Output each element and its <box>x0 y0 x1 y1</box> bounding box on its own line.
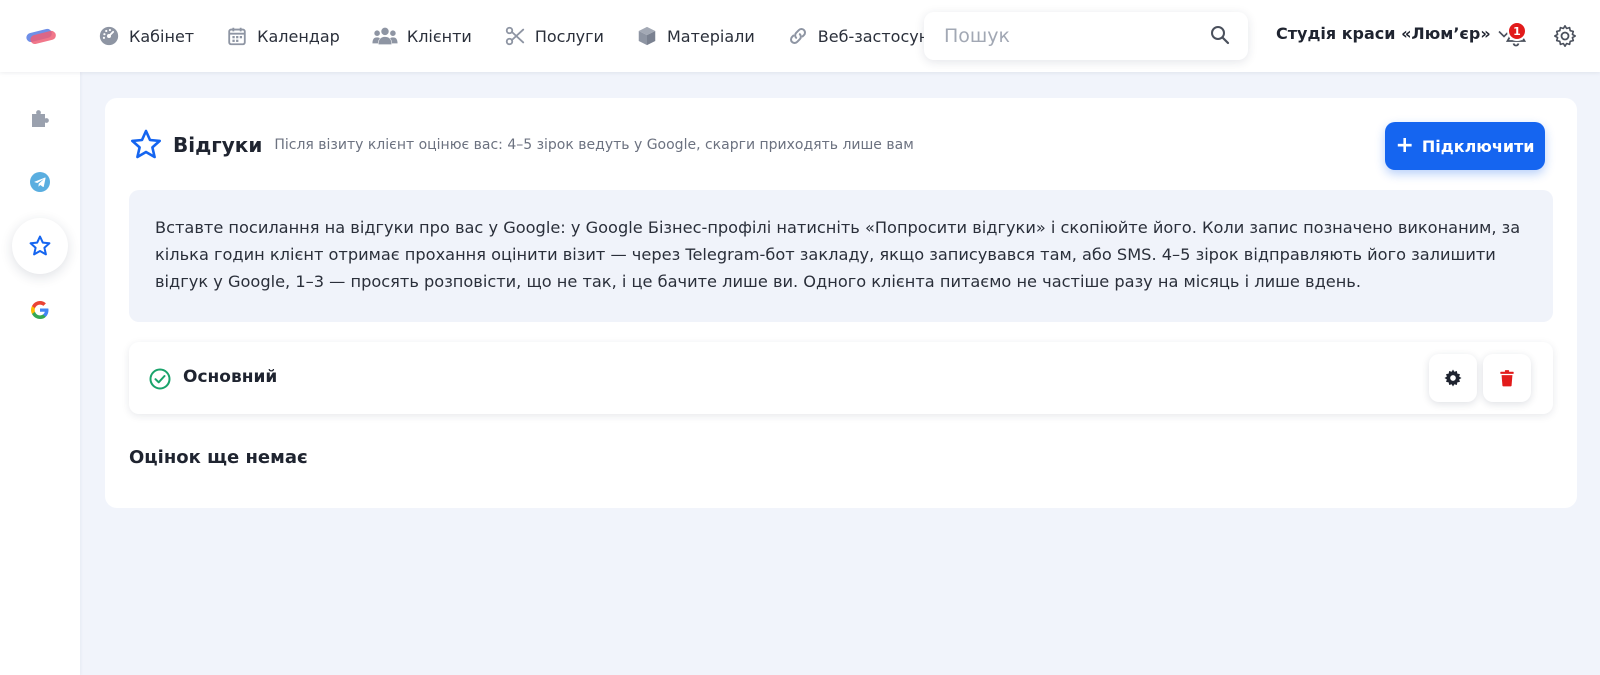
scissors-icon <box>505 26 524 46</box>
link-icon <box>789 28 806 44</box>
main-nav: Кабінет Календар Клієнти Послуги Матеріа… <box>98 0 924 72</box>
nav-label: Веб-застосунок <box>817 26 924 46</box>
nav-label: Матеріали <box>666 26 755 46</box>
search-icon[interactable] <box>1210 25 1230 45</box>
nav-label: Клієнти <box>406 26 472 46</box>
page-subtitle: Після візиту клієнт оцінює вас: 4–5 зіро… <box>274 137 914 153</box>
card-header: Відгуки Після візиту клієнт оцінює вас: … <box>129 128 914 162</box>
plus-icon: + <box>1395 133 1414 158</box>
page-title: Відгуки <box>173 133 263 157</box>
empty-state: Оцінок ще немає <box>129 447 308 468</box>
gear-icon[interactable] <box>1553 24 1577 48</box>
settings-button[interactable] <box>1429 354 1477 402</box>
check-circle-icon <box>149 368 171 390</box>
nav-item-services[interactable]: Послуги <box>504 25 604 47</box>
search-input[interactable] <box>924 25 1194 47</box>
search-box <box>924 12 1248 60</box>
puzzle-icon <box>32 110 49 127</box>
sidebar-item-google[interactable] <box>12 282 68 338</box>
nav-item-web-app[interactable]: Веб-застосунок <box>787 25 924 47</box>
nav-label: Послуги <box>534 26 604 46</box>
star-icon <box>131 129 161 159</box>
google-icon <box>31 301 49 319</box>
studio-name: Студія краси «Люм’єр» <box>1276 24 1491 43</box>
star-icon <box>29 235 51 256</box>
reviews-card: Відгуки Після візиту клієнт оцінює вас: … <box>105 98 1577 508</box>
nav-item-materials[interactable]: Матеріали <box>636 25 755 47</box>
nav-item-dashboard[interactable]: Кабінет <box>98 25 194 47</box>
users-icon <box>372 27 398 45</box>
studio-selector[interactable]: Студія краси «Люм’єр» <box>1276 24 1511 43</box>
nav-label: Календар <box>257 26 340 46</box>
delete-button[interactable] <box>1483 354 1531 402</box>
top-bar: Кабінет Календар Клієнти Послуги Матеріа… <box>0 0 1600 72</box>
sidebar-item-telegram[interactable] <box>12 154 68 210</box>
nav-item-clients[interactable]: Клієнти <box>372 25 472 47</box>
review-link-row: Основний <box>129 342 1553 414</box>
sidebar-item-integrations[interactable] <box>12 90 68 146</box>
info-box: Вставте посилання на відгуки про вас у G… <box>129 190 1553 322</box>
sidebar-item-reviews[interactable] <box>12 218 68 274</box>
connect-button-label: Підключити <box>1421 136 1535 156</box>
calendar-icon <box>228 27 246 46</box>
app-logo-icon[interactable] <box>24 24 58 48</box>
notification-badge: 1 <box>1507 21 1527 41</box>
nav-item-calendar[interactable]: Календар <box>226 25 340 47</box>
trash-icon <box>1500 370 1514 387</box>
dashboard-icon <box>99 26 119 46</box>
box-icon <box>638 26 656 46</box>
gear-icon <box>1444 369 1462 387</box>
connect-button[interactable]: + Підключити <box>1385 122 1545 170</box>
nav-label: Кабінет <box>129 26 195 46</box>
sidebar <box>0 72 80 675</box>
review-link-name: Основний <box>183 367 278 387</box>
telegram-icon <box>30 172 50 192</box>
